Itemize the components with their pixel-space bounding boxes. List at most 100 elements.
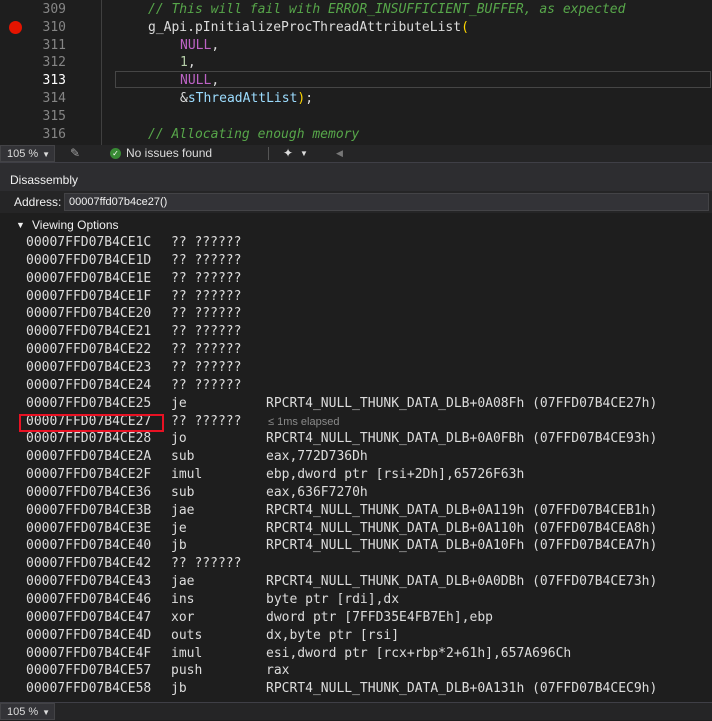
brush-icon[interactable]: ✎ (70, 145, 80, 162)
instruction-address: 00007FFD07B4CE28 (26, 431, 152, 447)
disassembly-row[interactable]: 00007FFD07B4CE1D ?? ?????? (0, 252, 712, 270)
instruction-mnemonic: ?? ?????? (171, 413, 242, 429)
disassembly-row[interactable]: 00007FFD07B4CE3B jae RPCRT4_NULL_THUNK_DAT… (0, 502, 712, 520)
disassembly-row[interactable]: 00007FFD07B4CE23 ?? ?????? (0, 359, 712, 377)
instruction-mnemonic: ?? ?????? (171, 324, 242, 340)
instruction-mnemonic: ?? ?????? (171, 556, 242, 572)
code-text: NULL, (180, 37, 219, 55)
code-line[interactable]: 309 // This will fail with ERROR_INSUFFIC… (0, 1, 712, 19)
disassembly-row[interactable]: 00007FFD07B4CE1E ?? ?????? (0, 270, 712, 288)
code-text: 1, (180, 54, 196, 72)
viewing-options-label: Viewing Options (32, 218, 119, 232)
code-text: // This will fail with ERROR_INSUFFICIEN… (148, 1, 625, 19)
address-label: Address: (14, 195, 62, 209)
instruction-address: 00007FFD07B4CE24 (26, 377, 152, 393)
cleanup-icon[interactable]: ✦ (283, 145, 293, 162)
zoom-value: 105 % (7, 706, 39, 718)
disassembly-row[interactable]: 00007FFD07B4CE58 jb RPCRT4_NULL_THUNK_DATA… (0, 680, 712, 698)
chevron-down-icon[interactable]: ▼ (300, 145, 308, 162)
disassembly-row[interactable]: 00007FFD07B4CE47 xor dword ptr [7FFD35E4FB… (0, 609, 712, 627)
disassembly-row[interactable]: 00007FFD07B4CE20 ?? ?????? (0, 305, 712, 323)
code-text: NULL, (180, 72, 219, 90)
line-number: 314 (42, 91, 66, 106)
disassembly-window: Disassembly Address: 00007ffd07b4ce27() … (0, 169, 712, 719)
instruction-mnemonic: ?? ?????? (171, 359, 242, 375)
instruction-address: 00007FFD07B4CE23 (26, 359, 152, 375)
code-line[interactable]: 314 &sThreadAttList); (0, 90, 712, 108)
code-line[interactable]: 316 // Allocating enough memory (0, 126, 712, 144)
chevron-down-icon: ▼ (16, 220, 25, 230)
instruction-mnemonic: jo (171, 431, 187, 447)
instruction-address: 00007FFD07B4CE58 (26, 681, 152, 697)
instruction-address: 00007FFD07B4CE20 (26, 306, 152, 322)
instruction-address: 00007FFD07B4CE4D (26, 627, 152, 643)
instruction-operands: RPCRT4_NULL_THUNK_DATA_DLB+0A0DBh (07FFD… (266, 574, 658, 590)
disassembly-row[interactable]: 00007FFD07B4CE46 ins byte ptr [rdi],dx (0, 591, 712, 609)
zoom-select[interactable]: 105 % ▼ (0, 145, 55, 162)
instruction-operands: RPCRT4_NULL_THUNK_DATA_DLB+0A08Fh (07FFD… (266, 395, 658, 411)
instruction-address: 00007FFD07B4CE21 (26, 324, 152, 340)
disassembly-row[interactable]: 00007FFD07B4CE4F imul esi,dword ptr [rcx+r… (0, 645, 712, 663)
disassembly-row[interactable]: 00007FFD07B4CE1C ?? ?????? (0, 234, 712, 252)
code-token: sThreadAttList (187, 91, 298, 106)
code-line[interactable]: 312 1, (0, 54, 712, 72)
disassembly-row[interactable]: 00007FFD07B4CE43 jae RPCRT4_NULL_THUNK_DAT… (0, 573, 712, 591)
disassembly-row[interactable]: 00007FFD07B4CE3E je RPCRT4_NULL_THUNK_DATA… (0, 520, 712, 538)
instruction-operands: byte ptr [rdi],dx (266, 592, 400, 607)
scroll-left-icon[interactable]: ◀ (336, 145, 343, 162)
editor-status-bar: 105 % ▼ ✎ ✓ No issues found ✦ ▼ ◀ (0, 145, 712, 163)
disassembly-row[interactable]: 00007FFD07B4CE22 ?? ?????? (0, 341, 712, 359)
disassembly-row[interactable]: 00007FFD07B4CE28 jo RPCRT4_NULL_THUNK_DATA… (0, 430, 712, 448)
instruction-mnemonic: push (171, 663, 203, 679)
instruction-address: 00007FFD07B4CE2A (26, 449, 152, 465)
code-token: NULL (180, 73, 212, 89)
instruction-mnemonic: sub (171, 484, 195, 500)
chevron-down-icon: ▼ (42, 150, 50, 159)
disassembly-row[interactable]: 00007FFD07B4CE40 jb RPCRT4_NULL_THUNK_DATA… (0, 537, 712, 555)
disassembly-row[interactable]: 00007FFD07B4CE4D outs dx,byte ptr [rsi] (0, 627, 712, 645)
chevron-down-icon: ▼ (42, 708, 50, 717)
instruction-operands: esi,dword ptr [rcx+rbp*2+61h],657A696Ch (266, 645, 572, 661)
divider (268, 147, 269, 160)
code-line[interactable]: 315 (0, 108, 712, 126)
disassembly-row[interactable]: 00007FFD07B4CE42 ?? ?????? (0, 555, 712, 573)
code-line[interactable]: 313 NULL, (0, 72, 712, 90)
address-input[interactable]: 00007ffd07b4ce27() (64, 193, 709, 211)
code-token: g_Api.pInitializeProcThreadAttributeList (148, 19, 462, 35)
issues-status[interactable]: No issues found (126, 145, 212, 162)
line-number: 310 (42, 19, 66, 35)
line-number: 315 (42, 108, 66, 124)
disassembly-row[interactable]: 00007FFD07B4CE36 sub eax,636F7270h (0, 484, 712, 502)
instruction-mnemonic: ?? ?????? (171, 270, 242, 286)
disassembly-row[interactable]: 00007FFD07B4CE25 je RPCRT4_NULL_THUNK_DATA… (0, 395, 712, 413)
line-number: 312 (42, 55, 66, 71)
instruction-address: 00007FFD07B4CE3B (26, 502, 152, 518)
instruction-address: 00007FFD07B4CE2F (26, 467, 152, 483)
instruction-address: 00007FFD07B4CE40 (26, 538, 152, 554)
disassembly-row[interactable]: 00007FFD07B4CE57 push rax (0, 662, 712, 680)
code-line[interactable]: 311 NULL, (0, 37, 712, 55)
instruction-mnemonic: je (171, 520, 187, 536)
disassembly-row[interactable]: 00007FFD07B4CE2A sub eax,772D736Dh (0, 448, 712, 466)
instruction-address: 00007FFD07B4CE1D (26, 252, 152, 268)
instruction-mnemonic: ?? ?????? (171, 377, 242, 393)
instruction-operands: RPCRT4_NULL_THUNK_DATA_DLB+0A110h (07FFD… (266, 520, 658, 536)
code-editor[interactable]: 309 // This will fail with ERROR_INSUFFIC… (0, 0, 712, 145)
code-token: ; (305, 91, 314, 106)
disassembly-row[interactable]: 00007FFD07B4CE1F ?? ?????? (0, 288, 712, 306)
instruction-address: 00007FFD07B4CE3E (26, 520, 152, 536)
disassembly-row[interactable]: 00007FFD07B4CE21 ?? ?????? (0, 323, 712, 341)
disassembly-row[interactable]: 00007FFD07B4CE2F imul ebp,dword ptr [rsi+2… (0, 466, 712, 484)
instruction-operands: RPCRT4_NULL_THUNK_DATA_DLB+0A0FBh (07FFD… (266, 431, 658, 447)
instruction-operands: RPCRT4_NULL_THUNK_DATA_DLB+0A10Fh (07FFD… (266, 538, 658, 554)
code-token: // This will fail with ERROR_INSUFFICIEN… (148, 2, 626, 17)
code-token: 1 (180, 55, 188, 71)
code-line[interactable]: 310 g_Api.pInitializeProcThreadAttributeL… (0, 19, 712, 37)
instruction-address: 00007FFD07B4CE4F (26, 645, 152, 661)
disassembly-row[interactable]: 00007FFD07B4CE24 ?? ?????? (0, 377, 712, 395)
zoom-select[interactable]: 105 % ▼ (0, 703, 55, 720)
instruction-operands: RPCRT4_NULL_THUNK_DATA_DLB+0A119h (07FFD… (266, 502, 658, 518)
elapsed-time-label: ≤ 1ms elapsed (268, 415, 340, 428)
instruction-operands: dx,byte ptr [rsi] (266, 627, 400, 643)
line-number: 311 (42, 37, 66, 53)
